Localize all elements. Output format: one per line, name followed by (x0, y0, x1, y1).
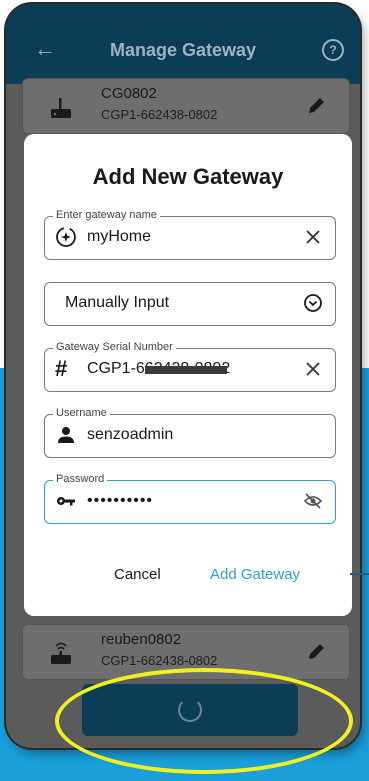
close-icon[interactable] (303, 359, 323, 379)
field-label: Username (53, 407, 110, 419)
router-icon (51, 642, 71, 664)
redaction-bar (145, 366, 227, 374)
gateway-name: CG0802 (101, 85, 157, 102)
person-icon (58, 427, 74, 443)
chevron-down-circle-icon[interactable] (303, 293, 323, 313)
sparkle-circle-icon (56, 227, 76, 247)
router-icon (51, 98, 71, 118)
key-icon (57, 497, 75, 506)
field-label: Gateway Serial Number (53, 341, 176, 353)
gateway-card[interactable]: CG0802 CGP1-662438-0802 (22, 78, 350, 134)
field-label: Enter gateway name (53, 209, 160, 221)
cancel-button[interactable]: Cancel (114, 566, 161, 583)
password-field[interactable]: Password •••••••••• (44, 473, 336, 524)
username-field[interactable]: Username senzoadmin (44, 407, 336, 458)
password-value: •••••••••• (87, 492, 154, 509)
serial-number-field[interactable]: Gateway Serial Number # CGP1-662438-0802 (44, 341, 336, 392)
field-label: Password (53, 473, 108, 485)
app-bar: ← Manage Gateway ? (6, 4, 360, 84)
dialog-title: Add New Gateway (92, 164, 284, 189)
gateway-name-field[interactable]: Enter gateway name myHome (44, 209, 336, 260)
pencil-icon[interactable] (305, 95, 327, 117)
page-title: Manage Gateway (109, 40, 257, 60)
gateway-serial: CGP1-662438-0802 (101, 107, 218, 122)
username-value: senzoadmin (87, 426, 174, 443)
input-mode-select[interactable]: Manually Input (44, 282, 336, 326)
pencil-icon[interactable] (305, 641, 327, 663)
add-gateway-dialog: Add New Gateway Enter gateway name myHom… (24, 134, 352, 616)
help-circle-icon[interactable]: ? (322, 39, 344, 61)
hash-icon: # (55, 356, 68, 381)
gateway-name: reuben0802 (101, 631, 182, 648)
highlight-ellipse (55, 668, 353, 774)
add-gateway-confirm-button[interactable]: Add Gateway (210, 566, 300, 583)
close-icon[interactable] (303, 227, 323, 247)
input-mode-value: Manually Input (65, 294, 170, 311)
gateway-serial: CGP1-662438-0802 (101, 653, 218, 668)
annotation-pointer-line (350, 573, 369, 575)
gateway-name-value: myHome (87, 228, 152, 245)
eye-off-icon[interactable] (303, 491, 323, 511)
